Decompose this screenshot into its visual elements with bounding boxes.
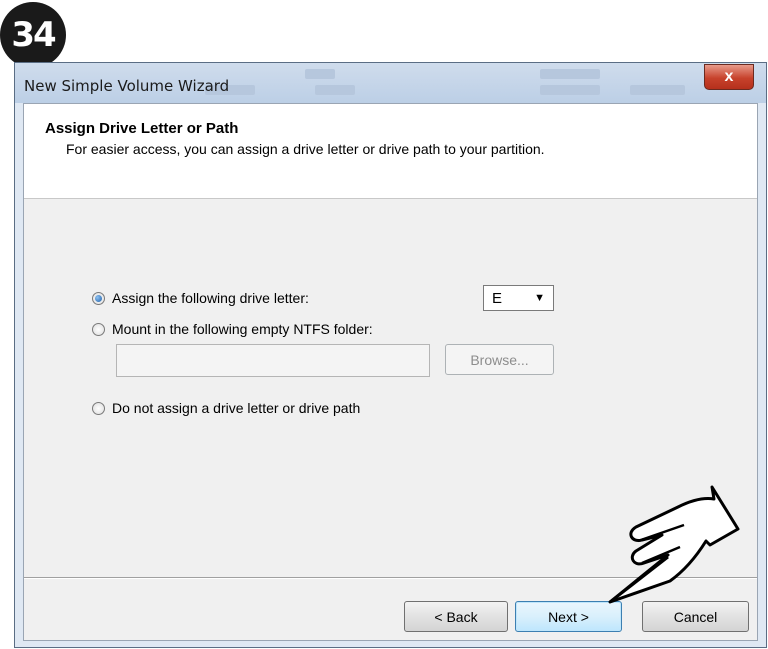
drive-letter-select[interactable]: E ▼	[483, 285, 554, 311]
background-window-blur	[305, 69, 335, 79]
background-window-blur	[540, 85, 600, 95]
folder-path-input[interactable]	[116, 344, 430, 377]
drive-letter-value: E	[492, 289, 503, 307]
radio-no-letter[interactable]	[92, 401, 105, 415]
window-title: New Simple Volume Wizard	[24, 77, 230, 95]
title-bar[interactable]: New Simple Volume Wizard x	[15, 63, 766, 103]
option-mount-folder[interactable]: Mount in the following empty NTFS folder…	[92, 321, 373, 337]
back-button[interactable]: < Back	[404, 601, 508, 632]
option-no-letter[interactable]: Do not assign a drive letter or drive pa…	[92, 400, 360, 416]
option-mount-folder-label: Mount in the following empty NTFS folder…	[112, 321, 373, 337]
browse-button-label: Browse...	[470, 351, 529, 368]
page-title: Assign Drive Letter or Path	[45, 120, 239, 137]
dropdown-arrow-icon: ▼	[534, 292, 545, 304]
wizard-header: Assign Drive Letter or Path For easier a…	[24, 104, 757, 199]
pointing-hand-icon	[608, 485, 740, 604]
cancel-button-label: Cancel	[673, 608, 718, 625]
page-subtitle: For easier access, you can assign a driv…	[66, 141, 545, 157]
background-window-blur	[315, 85, 355, 95]
option-no-letter-label: Do not assign a drive letter or drive pa…	[112, 400, 361, 416]
radio-mount-folder[interactable]	[92, 322, 105, 336]
option-assign-letter[interactable]: Assign the following drive letter:	[92, 290, 309, 306]
background-window-blur	[540, 69, 600, 79]
close-button[interactable]: x	[704, 64, 754, 90]
step-number-badge: 34	[0, 2, 66, 68]
step-number: 34	[11, 15, 56, 55]
next-button-label: Next >	[548, 608, 589, 625]
background-window-blur	[630, 85, 685, 95]
back-button-label: < Back	[434, 608, 478, 625]
option-assign-letter-label: Assign the following drive letter:	[112, 290, 309, 306]
browse-button[interactable]: Browse...	[445, 344, 554, 375]
radio-assign-letter[interactable]	[92, 291, 105, 305]
close-icon: x	[724, 68, 734, 85]
